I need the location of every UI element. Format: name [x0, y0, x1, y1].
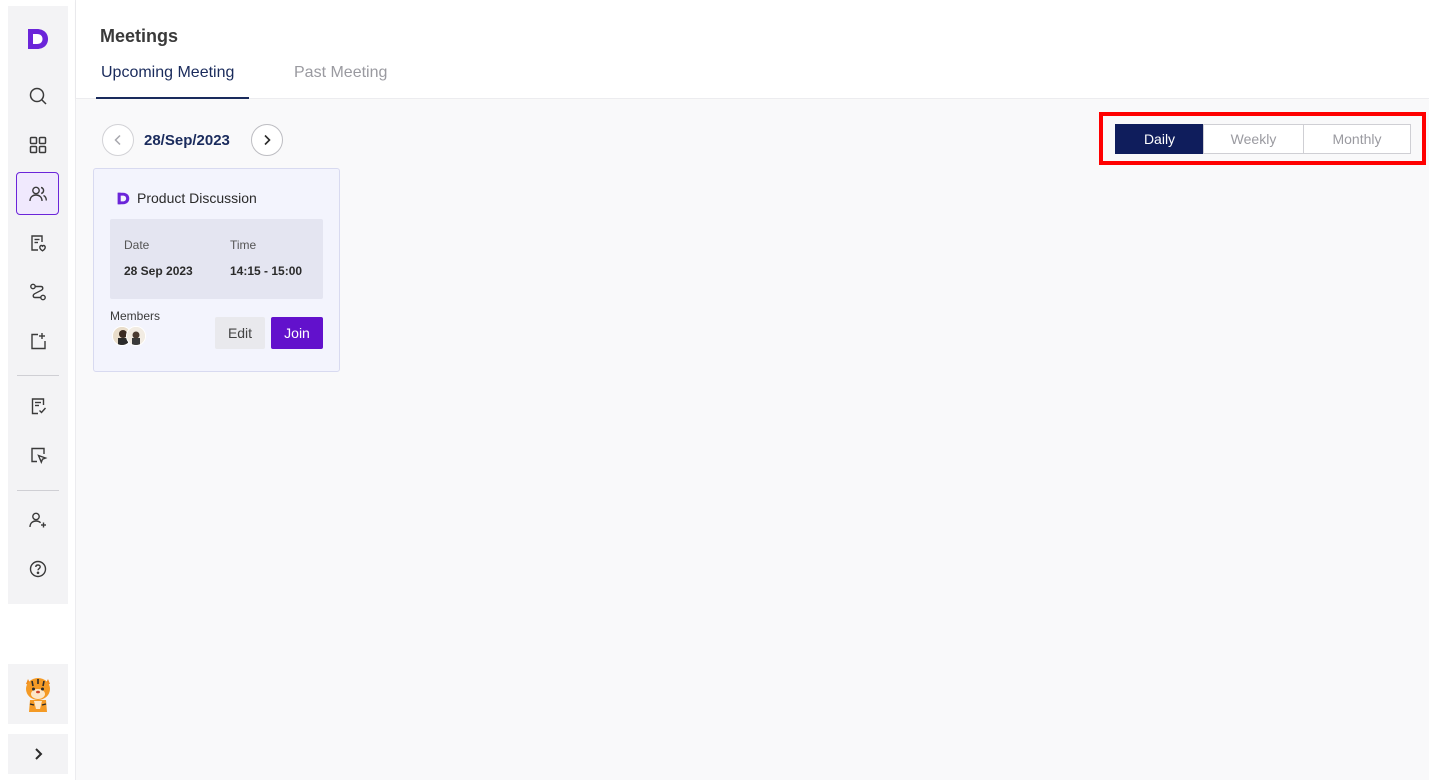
main-content: 28/Sep/2023 Daily Weekly Monthly Product…	[76, 100, 1429, 780]
search-icon	[29, 87, 47, 105]
tab-upcoming-meeting[interactable]: Upcoming Meeting	[96, 64, 249, 99]
tab-past-meeting[interactable]: Past Meeting	[294, 64, 387, 99]
document-badge-icon	[30, 234, 46, 252]
sidebar-item-documents[interactable]	[16, 221, 59, 264]
help-icon	[29, 560, 46, 577]
checklist-icon	[31, 397, 46, 414]
person-avatar-icon	[127, 327, 145, 345]
sidebar-item-invite[interactable]	[16, 498, 59, 541]
sidebar-expand-button[interactable]	[8, 734, 68, 774]
page-title: Meetings	[100, 26, 179, 46]
view-monthly-button[interactable]: Monthly	[1303, 124, 1411, 154]
view-toggle: Daily Weekly Monthly	[1115, 124, 1411, 154]
chevron-left-icon	[114, 134, 121, 146]
sidebar-separator	[17, 375, 59, 376]
view-daily-button[interactable]: Daily	[1115, 124, 1204, 154]
sidebar-item-help[interactable]	[16, 547, 59, 590]
sidebar-item-meetings[interactable]	[16, 172, 59, 215]
join-meeting-button[interactable]: Join	[271, 317, 323, 349]
meeting-title: Product Discussion	[137, 190, 257, 206]
page-header: Meetings Upcoming Meeting Past Meeting	[76, 0, 1429, 99]
brand-logo-icon	[117, 192, 130, 204]
meeting-time-value: 14:15 - 15:00	[230, 264, 303, 278]
edit-meeting-button[interactable]: Edit	[215, 317, 265, 349]
meeting-date-value: 28 Sep 2023	[124, 264, 193, 278]
route-icon	[29, 283, 46, 300]
brand-logo-icon[interactable]	[25, 26, 51, 52]
previous-date-button[interactable]	[102, 124, 134, 156]
app-root: Meetings Upcoming Meeting Past Meeting 2…	[0, 0, 1429, 780]
tiger-avatar-icon	[26, 678, 50, 712]
view-weekly-button[interactable]: Weekly	[1203, 124, 1304, 154]
cursor-doc-icon	[30, 447, 47, 464]
sidebar-separator	[17, 490, 59, 491]
users-icon	[28, 186, 47, 201]
sidebar-item-tasks[interactable]	[16, 384, 59, 427]
sidebar-item-routes[interactable]	[16, 270, 59, 313]
sidebar-item-review[interactable]	[16, 433, 59, 476]
next-date-button[interactable]	[251, 124, 283, 156]
user-avatar[interactable]	[8, 664, 68, 724]
meeting-time-label: Time	[230, 238, 257, 252]
sidebar-item-add-page[interactable]	[16, 319, 59, 362]
add-page-icon	[30, 332, 46, 349]
meeting-title-row: Product Discussion	[116, 190, 257, 206]
members-label: Members	[110, 309, 161, 323]
members-avatars	[112, 326, 146, 346]
chevron-right-icon	[264, 134, 271, 146]
current-date: 28/Sep/2023	[144, 132, 230, 149]
sidebar-item-dashboard[interactable]	[16, 123, 59, 166]
meeting-info: Date 28 Sep 2023 Time 14:15 - 15:00	[110, 219, 323, 299]
chevron-right-icon	[35, 748, 43, 760]
member-avatar	[126, 326, 146, 346]
sidebar-item-search[interactable]	[16, 74, 59, 117]
meeting-date-label: Date	[124, 238, 150, 252]
add-user-icon	[28, 512, 46, 527]
grid-icon	[29, 136, 46, 153]
meeting-card: Product Discussion Date 28 Sep 2023 Time…	[93, 168, 340, 372]
